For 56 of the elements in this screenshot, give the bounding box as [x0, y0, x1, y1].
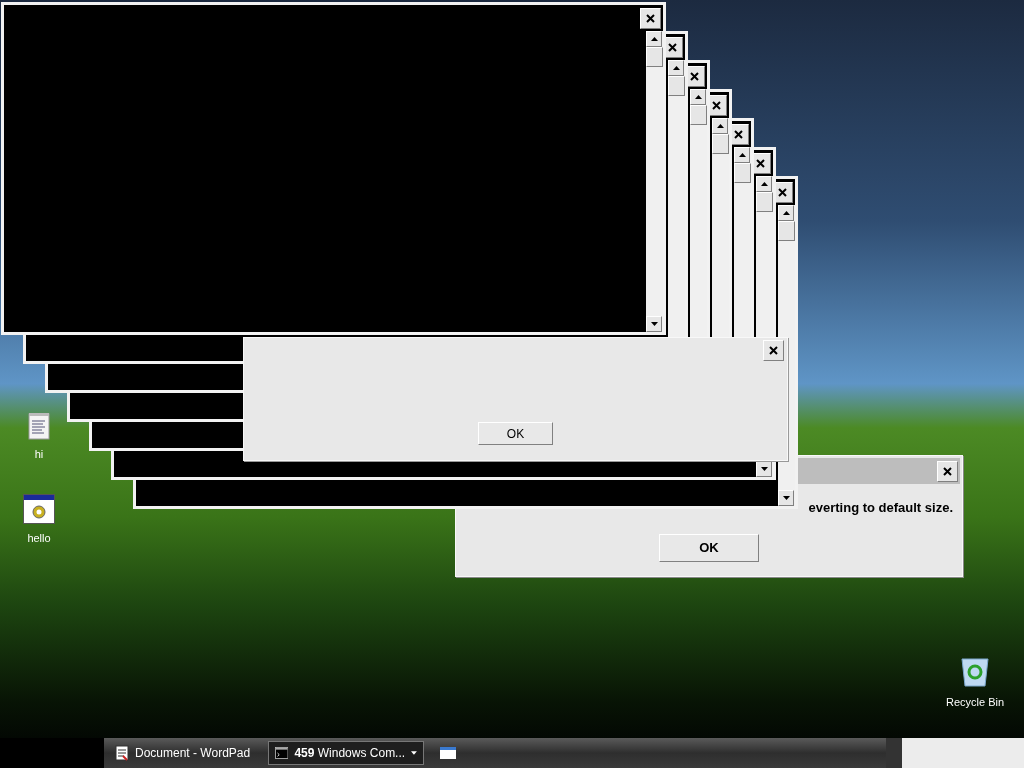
notepad-icon	[28, 412, 50, 440]
scroll-thumb[interactable]	[712, 134, 729, 154]
document-icon	[115, 745, 129, 761]
desktop-icon[interactable]: hi	[14, 412, 64, 463]
close-icon	[778, 187, 787, 197]
program-window-icon	[23, 494, 55, 524]
taskbar-button[interactable]: 459 Windows Com...	[268, 741, 424, 765]
scroll-up-button[interactable]	[778, 205, 794, 221]
close-button[interactable]	[640, 7, 661, 29]
scroll-up-button[interactable]	[734, 147, 750, 163]
close-icon	[690, 71, 699, 81]
scroll-thumb[interactable]	[778, 221, 795, 241]
close-icon	[646, 13, 655, 23]
up-arrow-icon	[782, 211, 790, 215]
scroll-down-button[interactable]	[778, 490, 794, 506]
caret-icon	[411, 751, 417, 755]
close-icon	[712, 100, 721, 110]
taskbar-button[interactable]: Document - WordPad	[108, 741, 264, 765]
up-arrow-icon	[650, 37, 658, 41]
close-icon	[668, 42, 677, 52]
window-icon[interactable]	[440, 747, 456, 759]
scroll-up-button[interactable]	[690, 89, 706, 105]
scroll-thumb[interactable]	[668, 76, 685, 96]
scroll-up-button[interactable]	[712, 118, 728, 134]
console-icon	[275, 746, 289, 760]
down-arrow-icon	[760, 467, 768, 471]
close-button[interactable]	[763, 340, 784, 361]
scroll-up-button[interactable]	[756, 176, 772, 192]
up-arrow-icon	[672, 66, 680, 70]
scroll-down-button[interactable]	[646, 316, 662, 332]
recycle-bin-icon	[960, 656, 990, 688]
down-arrow-icon	[782, 496, 790, 500]
close-icon	[734, 129, 743, 139]
up-arrow-icon	[694, 95, 702, 99]
close-icon	[769, 346, 778, 355]
close-icon	[756, 158, 765, 168]
scroll-thumb[interactable]	[756, 192, 773, 212]
up-arrow-icon	[760, 182, 768, 186]
scroll-thumb[interactable]	[734, 163, 751, 183]
up-arrow-icon	[716, 124, 724, 128]
scroll-thumb[interactable]	[646, 47, 663, 67]
scroll-thumb[interactable]	[690, 105, 707, 125]
close-icon	[943, 466, 952, 476]
scroll-up-button[interactable]	[668, 60, 684, 76]
ok-button[interactable]: OK	[659, 533, 759, 562]
desktop-icon[interactable]: Recycle Bin	[940, 656, 1010, 711]
desktop-icon-label: hello	[27, 531, 51, 546]
up-arrow-icon	[738, 153, 746, 157]
down-arrow-icon	[650, 322, 658, 326]
close-button[interactable]	[937, 460, 958, 482]
desktop-icon-label: Recycle Bin	[945, 695, 1005, 710]
desktop-icon[interactable]: hello	[14, 494, 64, 547]
scroll-up-button[interactable]	[646, 31, 662, 47]
desktop-icon-label: hi	[34, 447, 44, 462]
ok-button[interactable]: OK	[478, 422, 553, 445]
dialog-message: everting to default size.	[808, 499, 953, 517]
